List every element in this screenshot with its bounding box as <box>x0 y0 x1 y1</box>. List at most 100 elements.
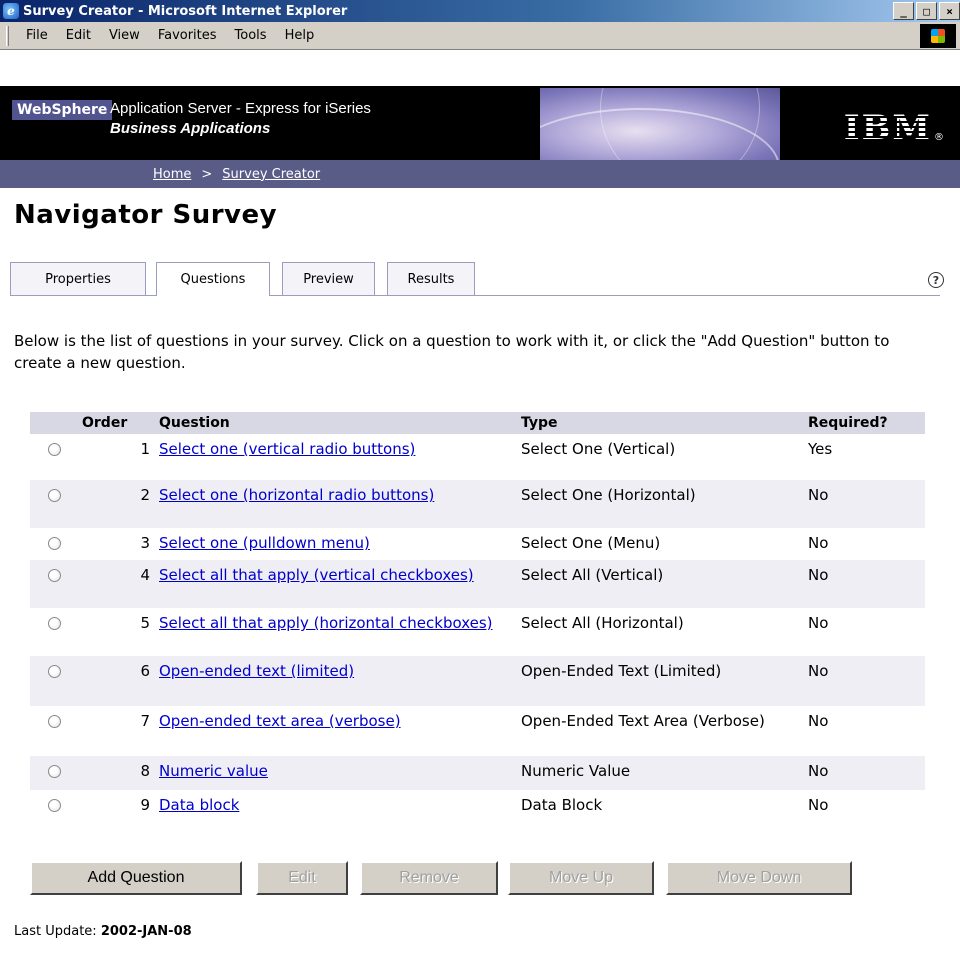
header-banner: WebSphere Application Server - Express f… <box>0 86 960 160</box>
question-link[interactable]: Select all that apply (vertical checkbox… <box>159 566 474 584</box>
question-link[interactable]: Select one (pulldown menu) <box>159 534 370 552</box>
menu-help[interactable]: Help <box>276 28 324 43</box>
row-order: 8 <box>140 762 150 780</box>
row-order: 3 <box>140 534 150 552</box>
row-required: No <box>808 566 829 584</box>
row-select-radio[interactable] <box>48 537 61 550</box>
row-required: No <box>808 486 829 504</box>
websphere-logo: WebSphere <box>12 100 113 120</box>
row-select-radio[interactable] <box>48 765 61 778</box>
registered-mark: ® <box>934 132 944 143</box>
toolbar-grip[interactable] <box>6 25 9 46</box>
menu-edit[interactable]: Edit <box>57 28 100 43</box>
intro-text: Below is the list of questions in your s… <box>14 332 890 372</box>
row-order: 7 <box>140 712 150 730</box>
row-required: No <box>808 662 829 680</box>
row-type: Open-Ended Text (Limited) <box>521 662 722 680</box>
question-link[interactable]: Data block <box>159 796 239 814</box>
row-order: 6 <box>140 662 150 680</box>
last-update-date: 2002-JAN-08 <box>100 924 192 939</box>
tab-strip: Properties Questions Preview Results <box>10 262 940 296</box>
tab-results[interactable]: Results <box>387 262 475 295</box>
header-type: Type <box>521 415 558 431</box>
table-row: 9 Data block Data Block No <box>30 790 925 824</box>
table-row: 2 Select one (horizontal radio buttons) … <box>30 480 925 528</box>
question-link[interactable]: Numeric value <box>159 762 268 780</box>
window-title: Survey Creator - Microsoft Internet Expl… <box>23 3 348 19</box>
row-type: Select One (Vertical) <box>521 440 676 458</box>
menu-view[interactable]: View <box>100 28 149 43</box>
row-select-radio[interactable] <box>48 715 61 728</box>
table-header-row: Order Question Type Required? <box>30 412 925 434</box>
breadcrumb-separator: > <box>201 166 213 182</box>
header-question: Question <box>159 415 230 431</box>
maximize-button[interactable]: □ <box>916 2 937 20</box>
edit-button[interactable]: Edit <box>256 861 348 895</box>
row-required: No <box>808 712 829 730</box>
banner-subtitle: Business Applications <box>110 120 271 137</box>
row-select-radio[interactable] <box>48 569 61 582</box>
question-link[interactable]: Open-ended text (limited) <box>159 662 354 680</box>
question-link[interactable]: Open-ended text area (verbose) <box>159 712 401 730</box>
header-order: Order <box>82 415 128 431</box>
page-title: Navigator Survey <box>14 200 278 230</box>
header-required: Required? <box>808 415 888 431</box>
menu-bar: File Edit View Favorites Tools Help <box>0 22 960 50</box>
question-link[interactable]: Select one (horizontal radio buttons) <box>159 486 434 504</box>
menu-favorites[interactable]: Favorites <box>149 28 226 43</box>
row-type: Numeric Value <box>521 762 631 780</box>
row-select-radio[interactable] <box>48 489 61 502</box>
move-down-button[interactable]: Move Down <box>666 861 852 895</box>
row-select-radio[interactable] <box>48 443 61 456</box>
action-button-bar: Add Question Edit Remove Move Up Move Do… <box>30 861 870 897</box>
last-update: Last Update: 2002-JAN-08 <box>14 924 192 939</box>
table-row: 1 Select one (vertical radio buttons) Se… <box>30 434 925 480</box>
minimize-button[interactable]: _ <box>893 2 914 20</box>
row-order: 1 <box>140 440 150 458</box>
last-update-label: Last Update: <box>14 924 97 939</box>
move-up-button[interactable]: Move Up <box>508 861 654 895</box>
row-type: Select One (Horizontal) <box>521 486 696 504</box>
menu-tools[interactable]: Tools <box>226 28 276 43</box>
row-select-radio[interactable] <box>48 617 61 630</box>
help-icon[interactable]: ? <box>928 272 944 288</box>
remove-button[interactable]: Remove <box>360 861 498 895</box>
row-select-radio[interactable] <box>48 665 61 678</box>
row-required: No <box>808 534 829 552</box>
row-type: Open-Ended Text Area (Verbose) <box>521 712 765 730</box>
breadcrumb: Home > Survey Creator <box>0 160 960 188</box>
windows-logo-icon <box>920 24 956 48</box>
ibm-logo: IBM <box>843 108 932 148</box>
row-type: Select All (Horizontal) <box>521 614 684 632</box>
tab-preview[interactable]: Preview <box>282 262 375 295</box>
row-type: Select One (Menu) <box>521 534 661 552</box>
row-required: No <box>808 614 829 632</box>
table-row: 8 Numeric value Numeric Value No <box>30 756 925 790</box>
row-order: 5 <box>140 614 150 632</box>
row-type: Select All (Vertical) <box>521 566 664 584</box>
menu-file[interactable]: File <box>17 28 57 43</box>
breadcrumb-survey-creator-link[interactable]: Survey Creator <box>222 167 320 182</box>
table-row: 3 Select one (pulldown menu) Select One … <box>30 528 925 560</box>
row-order: 2 <box>140 486 150 504</box>
add-question-button[interactable]: Add Question <box>30 861 242 895</box>
table-row: 6 Open-ended text (limited) Open-Ended T… <box>30 656 925 706</box>
question-link[interactable]: Select one (vertical radio buttons) <box>159 440 415 458</box>
question-link[interactable]: Select all that apply (horizontal checkb… <box>159 614 493 632</box>
breadcrumb-home-link[interactable]: Home <box>153 167 191 182</box>
banner-artwork <box>540 88 780 160</box>
row-required: Yes <box>808 440 833 458</box>
tab-questions[interactable]: Questions <box>156 262 270 296</box>
row-type: Data Block <box>521 796 603 814</box>
tab-properties[interactable]: Properties <box>10 262 146 295</box>
table-row: 4 Select all that apply (vertical checkb… <box>30 560 925 608</box>
row-required: No <box>808 762 829 780</box>
row-order: 4 <box>140 566 150 584</box>
internet-explorer-icon: e <box>3 3 19 19</box>
table-row: 5 Select all that apply (horizontal chec… <box>30 608 925 656</box>
row-select-radio[interactable] <box>48 799 61 812</box>
close-button[interactable]: × <box>939 2 960 20</box>
row-required: No <box>808 796 829 814</box>
window-title-bar[interactable]: e Survey Creator - Microsoft Internet Ex… <box>0 0 960 22</box>
banner-title: Application Server - Express for iSeries <box>110 100 371 117</box>
